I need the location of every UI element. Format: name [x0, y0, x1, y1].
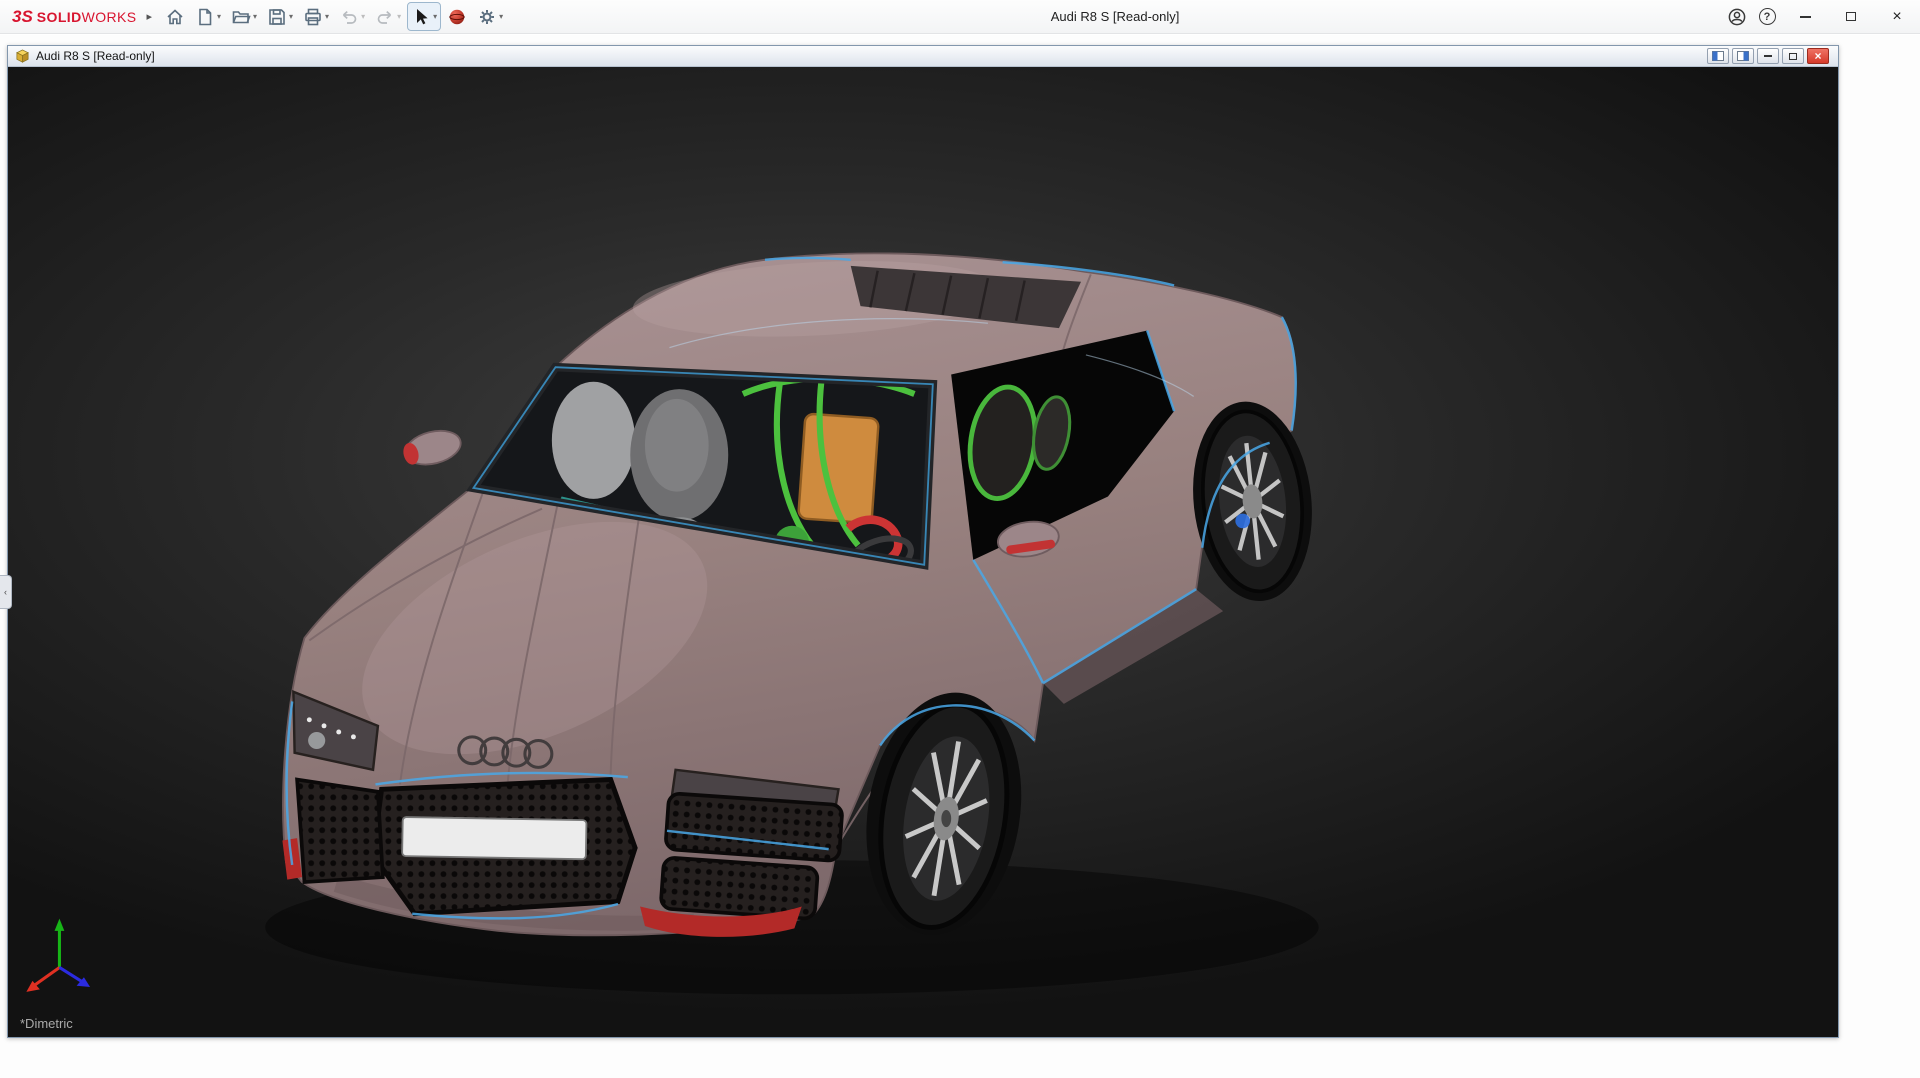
car-model[interactable] [8, 67, 1838, 1037]
undo-button[interactable]: ▾ [336, 3, 368, 30]
redo-icon [375, 7, 395, 27]
menu-flyout-arrow-icon[interactable]: ▸ [144, 10, 160, 23]
minimize-icon [1800, 16, 1811, 18]
document-titlebar[interactable]: Audi R8 S [Read-only] [8, 46, 1838, 67]
close-button[interactable]: × [1874, 0, 1920, 34]
solidworks-wordmark: SOLIDWORKS [37, 9, 137, 25]
document-window: Audi R8 S [Read-only] [7, 45, 1839, 1038]
minimize-icon [1764, 55, 1772, 57]
minimize-button[interactable] [1782, 0, 1828, 34]
dropdown-arrow-icon[interactable]: ▾ [499, 12, 503, 21]
dropdown-arrow-icon[interactable]: ▾ [433, 12, 437, 21]
assembly-document-icon [15, 49, 30, 64]
chevron-left-icon: ‹ [4, 587, 7, 597]
home-button[interactable] [162, 3, 188, 30]
close-icon: × [1814, 50, 1821, 62]
side-mirror-left[interactable] [401, 425, 464, 469]
app-titlebar: 3S SOLIDWORKS ▸ ▾ ▾ [0, 0, 1920, 34]
dropdown-arrow-icon[interactable]: ▾ [397, 12, 401, 21]
gear-icon [477, 7, 497, 27]
solidworks-app: 3S SOLIDWORKS ▸ ▾ ▾ [0, 0, 1920, 1078]
new-document-button[interactable]: ▾ [192, 3, 224, 30]
select-tool-button[interactable]: ▾ [408, 3, 440, 30]
split-pane-left-icon [1712, 51, 1724, 61]
window-title: Audi R8 S [Read-only] [508, 9, 1722, 24]
document-close-button[interactable]: × [1807, 48, 1829, 64]
document-title: Audi R8 S [Read-only] [36, 49, 155, 63]
split-pane-right-icon [1737, 51, 1749, 61]
feature-panel-collapse-tab[interactable]: ‹ [0, 575, 12, 609]
dropdown-arrow-icon[interactable]: ▾ [361, 12, 365, 21]
dropdown-arrow-icon[interactable]: ▾ [253, 12, 257, 21]
split-pane-right-button[interactable] [1732, 48, 1754, 64]
print-icon [303, 7, 323, 27]
close-icon: × [1892, 9, 1901, 25]
redo-button[interactable]: ▾ [372, 3, 404, 30]
front-grille[interactable] [373, 780, 635, 914]
help-icon: ? [1759, 8, 1776, 25]
new-document-icon [195, 7, 215, 27]
titlebar-right-controls: ? × [1722, 0, 1920, 34]
save-icon [267, 7, 287, 27]
split-pane-left-button[interactable] [1707, 48, 1729, 64]
dropdown-arrow-icon[interactable]: ▾ [289, 12, 293, 21]
license-plate [402, 817, 586, 859]
options-button[interactable]: ▾ [474, 3, 506, 30]
viewport-3d[interactable]: *Dimetric [8, 67, 1838, 1037]
save-button[interactable]: ▾ [264, 3, 296, 30]
quick-access-toolbar: ▾ ▾ ▾ ▾ [160, 0, 508, 34]
print-button[interactable]: ▾ [300, 3, 332, 30]
restore-icon [1789, 53, 1797, 60]
select-cursor-icon [411, 7, 431, 27]
orientation-triad [26, 919, 90, 992]
account-button[interactable] [1722, 2, 1752, 32]
3dexperience-marketplace-button[interactable] [444, 3, 470, 30]
document-window-controls: × [1707, 48, 1834, 64]
document-minimize-button[interactable] [1757, 48, 1779, 64]
solidworks-logo[interactable]: 3S SOLIDWORKS [0, 7, 144, 27]
mdi-client-area: Audi R8 S [Read-only] [0, 35, 1920, 1078]
user-avatar-icon [1727, 7, 1747, 27]
home-icon [165, 7, 185, 27]
help-button[interactable]: ? [1752, 2, 1782, 32]
restore-icon [1846, 12, 1856, 21]
view-orientation-label: *Dimetric [20, 1016, 73, 1031]
dropdown-arrow-icon[interactable]: ▾ [325, 12, 329, 21]
undo-icon [339, 7, 359, 27]
ds-logo-mark: 3S [12, 7, 33, 27]
document-restore-button[interactable] [1782, 48, 1804, 64]
3dexperience-icon [447, 7, 467, 27]
open-folder-icon [231, 7, 251, 27]
restore-button[interactable] [1828, 0, 1874, 34]
open-button[interactable]: ▾ [228, 3, 260, 30]
dropdown-arrow-icon[interactable]: ▾ [217, 12, 221, 21]
